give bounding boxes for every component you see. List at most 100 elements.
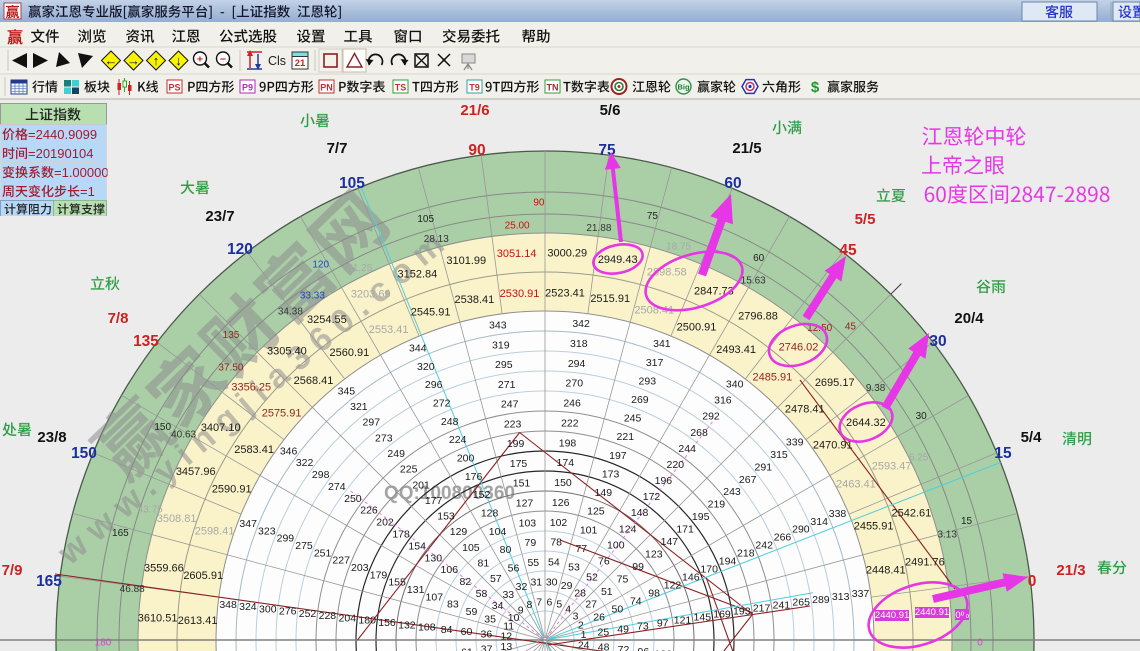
svg-text:194: 194 — [719, 556, 737, 568]
svg-text:80: 80 — [500, 544, 512, 556]
svg-text:276: 276 — [279, 606, 297, 618]
svg-text:316: 316 — [714, 395, 732, 407]
svg-text:37: 37 — [481, 644, 493, 651]
svg-text:3101.99: 3101.99 — [446, 255, 486, 267]
svg-text:Cls: Cls — [268, 54, 286, 68]
svg-text:175: 175 — [510, 458, 528, 470]
svg-text:270: 270 — [566, 378, 584, 390]
svg-text:TN: TN — [547, 83, 559, 93]
svg-text:15: 15 — [961, 516, 973, 527]
svg-text:103: 103 — [519, 517, 537, 529]
svg-text:=2440.9099: =2440.9099 — [28, 127, 97, 142]
svg-text:21.88: 21.88 — [586, 223, 611, 234]
svg-text:178: 178 — [392, 529, 410, 541]
svg-text:271: 271 — [498, 379, 516, 391]
svg-text:2847.73: 2847.73 — [694, 286, 734, 298]
svg-text:81: 81 — [478, 558, 490, 570]
svg-text:0: 0 — [977, 638, 983, 649]
svg-text:169: 169 — [713, 609, 731, 621]
svg-text:165: 165 — [112, 528, 129, 539]
svg-text:2542.61: 2542.61 — [892, 507, 932, 519]
svg-text:202: 202 — [376, 517, 394, 529]
svg-text:=1.000000: =1.000000 — [54, 165, 116, 180]
svg-text:273: 273 — [375, 432, 393, 444]
svg-text:248: 248 — [441, 416, 459, 428]
svg-text:224: 224 — [449, 434, 467, 446]
svg-text:2583.41: 2583.41 — [234, 444, 274, 456]
svg-text:52: 52 — [586, 572, 598, 584]
svg-text:177: 177 — [425, 495, 443, 507]
svg-text:5/4: 5/4 — [1021, 429, 1043, 446]
svg-text:23/7: 23/7 — [205, 208, 234, 225]
svg-text:53: 53 — [568, 562, 580, 574]
svg-text:318: 318 — [570, 338, 588, 350]
svg-text:344: 344 — [409, 343, 427, 355]
svg-text:98: 98 — [648, 588, 660, 600]
svg-text:272: 272 — [433, 398, 451, 410]
svg-text:2593.47: 2593.47 — [872, 461, 912, 473]
svg-text:155: 155 — [388, 577, 406, 589]
svg-text:75: 75 — [617, 573, 629, 585]
svg-text:45: 45 — [839, 242, 857, 259]
svg-text:320: 320 — [417, 361, 435, 373]
svg-text:223: 223 — [504, 418, 522, 430]
svg-text:60: 60 — [753, 253, 765, 264]
svg-text:30: 30 — [929, 333, 946, 350]
svg-text:348: 348 — [219, 599, 237, 611]
svg-text:2796.88: 2796.88 — [738, 311, 778, 323]
svg-text:204: 204 — [339, 613, 357, 625]
svg-text:2448.41: 2448.41 — [866, 564, 906, 576]
svg-text:P9: P9 — [242, 83, 253, 93]
svg-text:2613.41: 2613.41 — [178, 615, 218, 627]
svg-text:124: 124 — [619, 523, 637, 535]
svg-text:2575.91: 2575.91 — [262, 408, 302, 420]
svg-text:135: 135 — [223, 330, 240, 341]
svg-text:2560.91: 2560.91 — [330, 347, 370, 359]
svg-text:50: 50 — [612, 604, 624, 616]
svg-text:21/3: 21/3 — [1056, 562, 1085, 579]
svg-text:315: 315 — [770, 449, 788, 461]
svg-text:108: 108 — [418, 622, 436, 634]
svg-text:84: 84 — [441, 624, 453, 636]
svg-text:2530.91: 2530.91 — [500, 288, 540, 300]
svg-text:82: 82 — [460, 576, 472, 588]
svg-text:9.38: 9.38 — [866, 383, 886, 394]
svg-text:3000.29: 3000.29 — [547, 248, 587, 260]
svg-text:128: 128 — [481, 508, 499, 520]
svg-text:241: 241 — [773, 600, 791, 612]
svg-text:8: 8 — [526, 599, 532, 611]
svg-text:243: 243 — [723, 486, 741, 498]
svg-text:127: 127 — [516, 498, 534, 510]
svg-text:0: 0 — [1028, 573, 1037, 590]
svg-text:268: 268 — [690, 427, 708, 439]
svg-text:2949.43: 2949.43 — [598, 254, 638, 266]
svg-text:3407.10: 3407.10 — [201, 422, 241, 434]
svg-text:79: 79 — [525, 537, 537, 549]
svg-text:321: 321 — [350, 401, 368, 413]
svg-text:174: 174 — [557, 457, 575, 469]
svg-text:2523.41: 2523.41 — [545, 288, 585, 300]
svg-text:2545.91: 2545.91 — [411, 306, 451, 318]
svg-text:201: 201 — [412, 479, 430, 491]
svg-text:43.75: 43.75 — [138, 504, 163, 515]
svg-text:2: 2 — [578, 619, 584, 631]
svg-text:72: 72 — [618, 644, 630, 651]
svg-text:294: 294 — [568, 358, 586, 370]
svg-text:3.13: 3.13 — [937, 529, 957, 540]
svg-text:203: 203 — [351, 562, 369, 574]
svg-text:245: 245 — [624, 413, 642, 425]
svg-text:40.63: 40.63 — [171, 430, 196, 441]
svg-text:120: 120 — [312, 259, 329, 270]
svg-text:222: 222 — [561, 417, 579, 429]
svg-text:2515.91: 2515.91 — [590, 293, 630, 305]
svg-text:7/9: 7/9 — [2, 562, 23, 579]
svg-text:30: 30 — [546, 576, 558, 588]
svg-text:2538.41: 2538.41 — [455, 294, 495, 306]
svg-text:76: 76 — [598, 555, 610, 567]
svg-text:60: 60 — [724, 175, 741, 192]
svg-text:297: 297 — [363, 417, 381, 429]
svg-text:289: 289 — [812, 594, 830, 606]
svg-text:227: 227 — [332, 555, 350, 567]
svg-text:↑: ↑ — [153, 53, 160, 68]
svg-text:274: 274 — [328, 481, 346, 493]
